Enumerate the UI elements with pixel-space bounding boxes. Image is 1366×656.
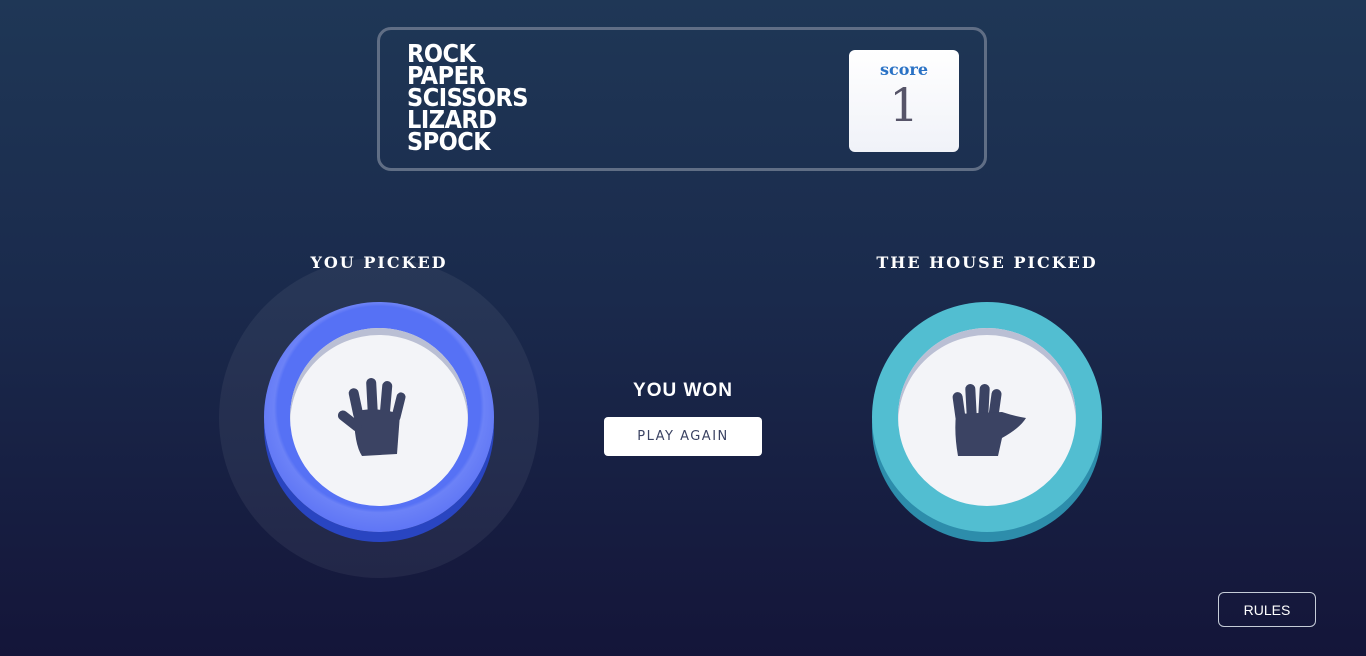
score-value: 1 [889, 78, 919, 132]
house-token-spock [872, 302, 1102, 532]
house-pick-label: THE HOUSE PICKED [876, 253, 1098, 272]
score-box: score 1 [849, 50, 959, 152]
rules-button[interactable]: RULES [1218, 592, 1316, 627]
token-inner [290, 328, 468, 506]
game-title: ROCK PAPER SCISSORS LIZARD SPOCK [407, 41, 528, 156]
header: ROCK PAPER SCISSORS LIZARD SPOCK score 1 [377, 27, 987, 171]
score-label: score [879, 60, 929, 79]
title-word: SPOCK [407, 127, 491, 156]
play-again-button[interactable]: PLAY AGAIN [604, 417, 762, 456]
hand-spock-icon [952, 384, 1026, 456]
player-token-paper [264, 302, 494, 532]
token-inner [898, 328, 1076, 506]
result-text: YOU WON [633, 380, 733, 401]
hand-paper-icon [337, 378, 406, 456]
